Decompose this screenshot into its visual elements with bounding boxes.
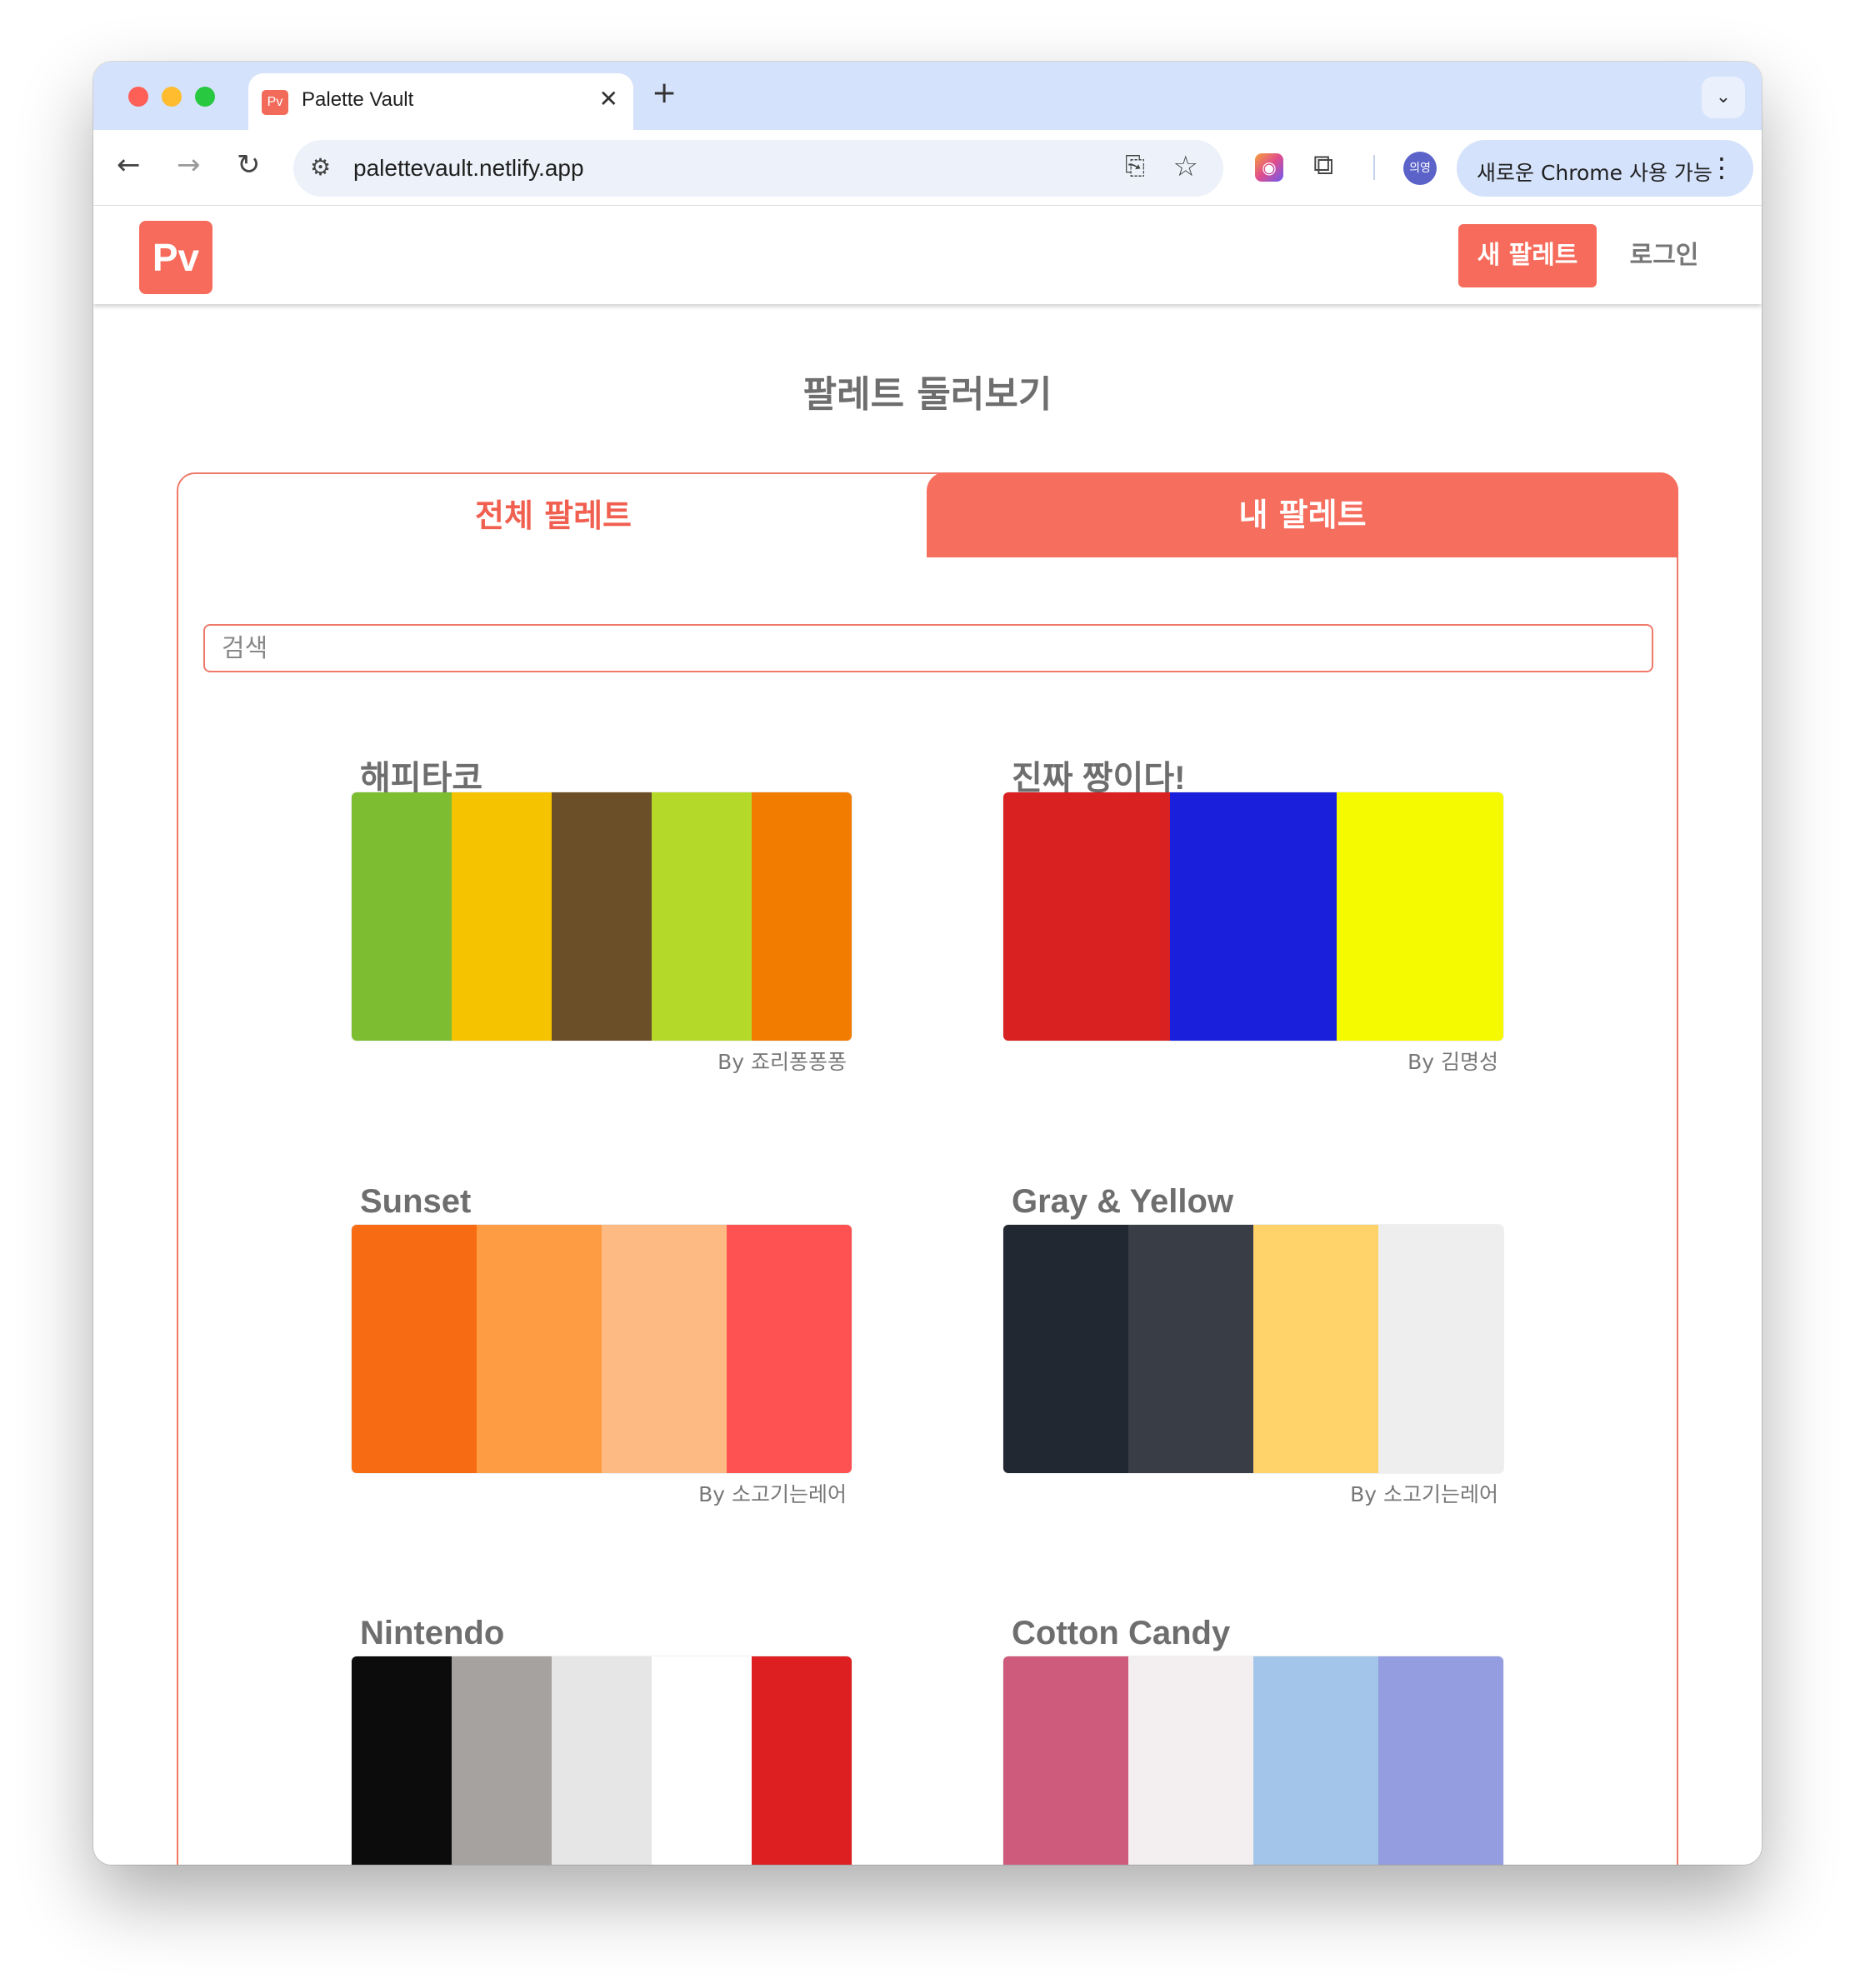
tab-search-chevron-icon[interactable]: ⌄ — [1702, 77, 1745, 118]
color-swatch[interactable] — [352, 1656, 452, 1865]
back-arrow-icon[interactable]: ← — [117, 148, 141, 182]
color-swatch[interactable] — [1253, 1656, 1378, 1865]
color-swatch[interactable] — [352, 792, 452, 1041]
color-swatch[interactable] — [452, 792, 552, 1041]
palette-panel: 전체 팔레트 내 팔레트 해피타코 By 죠리퐁퐁퐁 진짜 짱이다! By 김명… — [177, 472, 1678, 1865]
palette-title: Cotton Candy — [1012, 1615, 1231, 1651]
palette-author: By 소고기는레어 — [698, 1482, 847, 1506]
site-info-icon[interactable]: ⚙ — [310, 153, 331, 181]
color-swatch[interactable] — [1003, 1656, 1128, 1865]
color-swatch[interactable] — [352, 1225, 477, 1473]
zoom-window-button[interactable] — [195, 87, 215, 107]
color-swatch[interactable] — [652, 792, 752, 1041]
bookmark-star-icon[interactable]: ☆ — [1173, 150, 1198, 183]
web-page: Pv 새 팔레트 로그인 팔레트 둘러보기 전체 팔레트 내 팔레트 해피타코 … — [93, 206, 1762, 1865]
color-swatch[interactable] — [1003, 792, 1170, 1041]
color-swatch[interactable] — [1170, 792, 1337, 1041]
site-header: Pv 새 팔레트 로그인 — [93, 206, 1762, 304]
palette-title: Sunset — [360, 1183, 472, 1220]
palette-author: By 소고기는레어 — [1350, 1482, 1498, 1506]
palette-title: Gray & Yellow — [1012, 1183, 1234, 1220]
color-swatch[interactable] — [552, 792, 652, 1041]
color-swatch[interactable] — [452, 1656, 552, 1865]
site-logo[interactable]: Pv — [139, 221, 212, 294]
new-tab-button[interactable]: + — [652, 77, 677, 110]
browser-toolbar: ← → ↻ ⚙ palettevault.netlify.app ⎘ ☆ ◉ ⧉… — [93, 130, 1762, 206]
forward-arrow-icon[interactable]: → — [177, 148, 201, 182]
profile-avatar[interactable]: 의영 — [1403, 152, 1437, 185]
palette-swatches[interactable] — [352, 1225, 852, 1473]
kebab-menu-icon[interactable]: ⋮ — [1708, 152, 1735, 183]
tab-strip: Pv Palette Vault ✕ + ⌄ — [93, 62, 1762, 130]
install-app-icon[interactable]: ⎘ — [1125, 152, 1145, 181]
favicon-icon: Pv — [262, 90, 288, 115]
login-link[interactable]: 로그인 — [1618, 224, 1710, 287]
color-swatch[interactable] — [602, 1225, 727, 1473]
color-swatch[interactable] — [1378, 1225, 1503, 1473]
browser-tab-active[interactable]: Pv Palette Vault ✕ — [248, 73, 633, 130]
color-swatch[interactable] — [477, 1225, 602, 1473]
browser-window: Pv Palette Vault ✕ + ⌄ ← → ↻ ⚙ paletteva… — [93, 62, 1762, 1865]
color-swatch[interactable] — [1128, 1656, 1253, 1865]
chrome-update-button[interactable]: 새로운 Chrome 사용 가능 ⋮ — [1457, 140, 1753, 197]
color-swatch[interactable] — [752, 1656, 852, 1865]
minimize-window-button[interactable] — [162, 87, 182, 107]
tab-all-palettes[interactable]: 전체 팔레트 — [178, 474, 928, 557]
lens-extension-icon[interactable]: ◉ — [1255, 153, 1283, 182]
close-tab-icon[interactable]: ✕ — [599, 85, 618, 112]
tab-title: Palette Vault — [302, 88, 414, 111]
color-swatch[interactable] — [1253, 1225, 1378, 1473]
chrome-update-label: 새로운 Chrome 사용 가능 — [1477, 161, 1712, 185]
page-title: 팔레트 둘러보기 — [802, 373, 1052, 416]
extensions-puzzle-icon[interactable]: ⧉ — [1313, 148, 1333, 182]
new-palette-button[interactable]: 새 팔레트 — [1458, 224, 1597, 287]
color-swatch[interactable] — [1337, 792, 1503, 1041]
palette-swatches[interactable] — [352, 1656, 852, 1865]
color-swatch[interactable] — [1378, 1656, 1503, 1865]
color-swatch[interactable] — [1003, 1225, 1128, 1473]
palette-author: By 김명성 — [1408, 1050, 1498, 1074]
url-text[interactable]: palettevault.netlify.app — [353, 155, 584, 182]
palette-swatches[interactable] — [1003, 1225, 1503, 1473]
color-swatch[interactable] — [552, 1656, 652, 1865]
color-swatch[interactable] — [1128, 1225, 1253, 1473]
palette-swatches[interactable] — [1003, 792, 1503, 1041]
close-window-button[interactable] — [128, 87, 148, 107]
toolbar-divider — [1373, 155, 1375, 180]
address-bar[interactable]: ⚙ palettevault.netlify.app ⎘ ☆ — [293, 140, 1223, 197]
palette-author: By 죠리퐁퐁퐁 — [718, 1050, 847, 1074]
reload-icon[interactable]: ↻ — [237, 148, 261, 182]
palette-title: Nintendo — [360, 1615, 505, 1651]
color-swatch[interactable] — [752, 792, 852, 1041]
search-input[interactable] — [203, 624, 1653, 672]
color-swatch[interactable] — [652, 1656, 752, 1865]
palette-swatches[interactable] — [352, 792, 852, 1041]
palette-swatches[interactable] — [1003, 1656, 1503, 1865]
color-swatch[interactable] — [727, 1225, 852, 1473]
tab-my-palettes[interactable]: 내 팔레트 — [927, 472, 1678, 557]
